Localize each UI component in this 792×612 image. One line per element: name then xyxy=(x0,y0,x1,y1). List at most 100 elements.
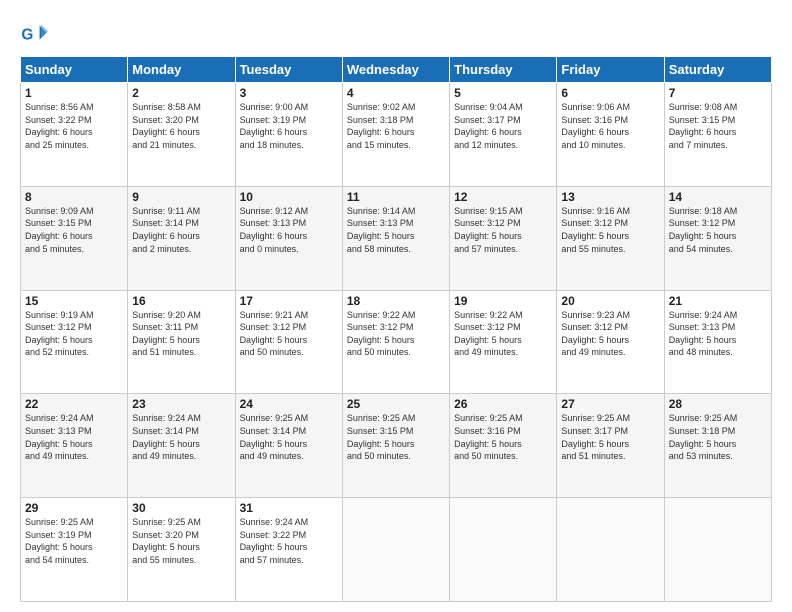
day-number: 7 xyxy=(669,86,767,100)
calendar-day-cell: 14Sunrise: 9:18 AM Sunset: 3:12 PM Dayli… xyxy=(664,186,771,290)
day-info: Sunrise: 9:15 AM Sunset: 3:12 PM Dayligh… xyxy=(454,205,552,255)
day-number: 28 xyxy=(669,397,767,411)
day-number: 17 xyxy=(240,294,338,308)
day-number: 12 xyxy=(454,190,552,204)
day-info: Sunrise: 9:11 AM Sunset: 3:14 PM Dayligh… xyxy=(132,205,230,255)
day-number: 11 xyxy=(347,190,445,204)
calendar-day-cell: 17Sunrise: 9:21 AM Sunset: 3:12 PM Dayli… xyxy=(235,290,342,394)
calendar-day-cell: 26Sunrise: 9:25 AM Sunset: 3:16 PM Dayli… xyxy=(450,394,557,498)
calendar-page: G SundayMondayTuesdayWednesdayThursdayFr… xyxy=(0,0,792,612)
day-info: Sunrise: 9:00 AM Sunset: 3:19 PM Dayligh… xyxy=(240,101,338,151)
weekday-header: Tuesday xyxy=(235,57,342,83)
day-info: Sunrise: 9:25 AM Sunset: 3:17 PM Dayligh… xyxy=(561,412,659,462)
day-info: Sunrise: 9:24 AM Sunset: 3:14 PM Dayligh… xyxy=(132,412,230,462)
day-info: Sunrise: 9:25 AM Sunset: 3:19 PM Dayligh… xyxy=(25,516,123,566)
calendar-day-cell: 13Sunrise: 9:16 AM Sunset: 3:12 PM Dayli… xyxy=(557,186,664,290)
day-info: Sunrise: 9:09 AM Sunset: 3:15 PM Dayligh… xyxy=(25,205,123,255)
weekday-header: Sunday xyxy=(21,57,128,83)
day-info: Sunrise: 9:23 AM Sunset: 3:12 PM Dayligh… xyxy=(561,309,659,359)
day-info: Sunrise: 9:24 AM Sunset: 3:13 PM Dayligh… xyxy=(25,412,123,462)
calendar-day-cell: 1Sunrise: 8:56 AM Sunset: 3:22 PM Daylig… xyxy=(21,83,128,187)
day-info: Sunrise: 9:19 AM Sunset: 3:12 PM Dayligh… xyxy=(25,309,123,359)
day-info: Sunrise: 9:21 AM Sunset: 3:12 PM Dayligh… xyxy=(240,309,338,359)
logo: G xyxy=(20,20,52,48)
calendar-week-row: 22Sunrise: 9:24 AM Sunset: 3:13 PM Dayli… xyxy=(21,394,772,498)
weekday-header: Thursday xyxy=(450,57,557,83)
day-info: Sunrise: 9:25 AM Sunset: 3:16 PM Dayligh… xyxy=(454,412,552,462)
day-number: 20 xyxy=(561,294,659,308)
calendar-day-cell: 18Sunrise: 9:22 AM Sunset: 3:12 PM Dayli… xyxy=(342,290,449,394)
calendar-day-cell: 29Sunrise: 9:25 AM Sunset: 3:19 PM Dayli… xyxy=(21,498,128,602)
day-number: 1 xyxy=(25,86,123,100)
day-info: Sunrise: 9:14 AM Sunset: 3:13 PM Dayligh… xyxy=(347,205,445,255)
calendar-day-cell: 19Sunrise: 9:22 AM Sunset: 3:12 PM Dayli… xyxy=(450,290,557,394)
day-number: 18 xyxy=(347,294,445,308)
day-number: 8 xyxy=(25,190,123,204)
weekday-header: Saturday xyxy=(664,57,771,83)
calendar-day-cell: 24Sunrise: 9:25 AM Sunset: 3:14 PM Dayli… xyxy=(235,394,342,498)
calendar-day-cell: 11Sunrise: 9:14 AM Sunset: 3:13 PM Dayli… xyxy=(342,186,449,290)
day-number: 14 xyxy=(669,190,767,204)
calendar-day-cell: 21Sunrise: 9:24 AM Sunset: 3:13 PM Dayli… xyxy=(664,290,771,394)
day-number: 23 xyxy=(132,397,230,411)
day-number: 31 xyxy=(240,501,338,515)
day-info: Sunrise: 9:25 AM Sunset: 3:14 PM Dayligh… xyxy=(240,412,338,462)
calendar-week-row: 1Sunrise: 8:56 AM Sunset: 3:22 PM Daylig… xyxy=(21,83,772,187)
calendar-day-cell: 22Sunrise: 9:24 AM Sunset: 3:13 PM Dayli… xyxy=(21,394,128,498)
calendar-day-cell xyxy=(450,498,557,602)
calendar-day-cell: 25Sunrise: 9:25 AM Sunset: 3:15 PM Dayli… xyxy=(342,394,449,498)
weekday-header: Wednesday xyxy=(342,57,449,83)
calendar-day-cell xyxy=(557,498,664,602)
day-number: 10 xyxy=(240,190,338,204)
day-number: 3 xyxy=(240,86,338,100)
header: G xyxy=(20,16,772,48)
day-number: 5 xyxy=(454,86,552,100)
calendar-day-cell: 27Sunrise: 9:25 AM Sunset: 3:17 PM Dayli… xyxy=(557,394,664,498)
calendar-day-cell: 2Sunrise: 8:58 AM Sunset: 3:20 PM Daylig… xyxy=(128,83,235,187)
calendar-day-cell: 5Sunrise: 9:04 AM Sunset: 3:17 PM Daylig… xyxy=(450,83,557,187)
day-info: Sunrise: 9:22 AM Sunset: 3:12 PM Dayligh… xyxy=(454,309,552,359)
day-number: 2 xyxy=(132,86,230,100)
day-info: Sunrise: 9:04 AM Sunset: 3:17 PM Dayligh… xyxy=(454,101,552,151)
weekday-header: Monday xyxy=(128,57,235,83)
day-number: 15 xyxy=(25,294,123,308)
calendar-day-cell: 3Sunrise: 9:00 AM Sunset: 3:19 PM Daylig… xyxy=(235,83,342,187)
day-number: 30 xyxy=(132,501,230,515)
calendar-week-row: 29Sunrise: 9:25 AM Sunset: 3:19 PM Dayli… xyxy=(21,498,772,602)
day-info: Sunrise: 9:18 AM Sunset: 3:12 PM Dayligh… xyxy=(669,205,767,255)
day-info: Sunrise: 9:12 AM Sunset: 3:13 PM Dayligh… xyxy=(240,205,338,255)
calendar-day-cell xyxy=(342,498,449,602)
calendar-day-cell: 6Sunrise: 9:06 AM Sunset: 3:16 PM Daylig… xyxy=(557,83,664,187)
calendar-day-cell: 4Sunrise: 9:02 AM Sunset: 3:18 PM Daylig… xyxy=(342,83,449,187)
day-number: 19 xyxy=(454,294,552,308)
day-number: 16 xyxy=(132,294,230,308)
day-number: 29 xyxy=(25,501,123,515)
calendar-day-cell: 16Sunrise: 9:20 AM Sunset: 3:11 PM Dayli… xyxy=(128,290,235,394)
day-number: 24 xyxy=(240,397,338,411)
day-info: Sunrise: 9:25 AM Sunset: 3:18 PM Dayligh… xyxy=(669,412,767,462)
calendar-day-cell xyxy=(664,498,771,602)
calendar-day-cell: 7Sunrise: 9:08 AM Sunset: 3:15 PM Daylig… xyxy=(664,83,771,187)
svg-text:G: G xyxy=(21,27,33,44)
weekday-header: Friday xyxy=(557,57,664,83)
calendar-table: SundayMondayTuesdayWednesdayThursdayFrid… xyxy=(20,56,772,602)
day-number: 26 xyxy=(454,397,552,411)
day-number: 21 xyxy=(669,294,767,308)
calendar-week-row: 8Sunrise: 9:09 AM Sunset: 3:15 PM Daylig… xyxy=(21,186,772,290)
day-info: Sunrise: 9:06 AM Sunset: 3:16 PM Dayligh… xyxy=(561,101,659,151)
day-info: Sunrise: 9:24 AM Sunset: 3:22 PM Dayligh… xyxy=(240,516,338,566)
calendar-day-cell: 9Sunrise: 9:11 AM Sunset: 3:14 PM Daylig… xyxy=(128,186,235,290)
day-number: 13 xyxy=(561,190,659,204)
day-info: Sunrise: 9:25 AM Sunset: 3:20 PM Dayligh… xyxy=(132,516,230,566)
calendar-day-cell: 31Sunrise: 9:24 AM Sunset: 3:22 PM Dayli… xyxy=(235,498,342,602)
day-info: Sunrise: 9:08 AM Sunset: 3:15 PM Dayligh… xyxy=(669,101,767,151)
day-number: 6 xyxy=(561,86,659,100)
day-info: Sunrise: 9:22 AM Sunset: 3:12 PM Dayligh… xyxy=(347,309,445,359)
calendar-header-row: SundayMondayTuesdayWednesdayThursdayFrid… xyxy=(21,57,772,83)
calendar-day-cell: 10Sunrise: 9:12 AM Sunset: 3:13 PM Dayli… xyxy=(235,186,342,290)
calendar-day-cell: 12Sunrise: 9:15 AM Sunset: 3:12 PM Dayli… xyxy=(450,186,557,290)
calendar-week-row: 15Sunrise: 9:19 AM Sunset: 3:12 PM Dayli… xyxy=(21,290,772,394)
calendar-day-cell: 15Sunrise: 9:19 AM Sunset: 3:12 PM Dayli… xyxy=(21,290,128,394)
day-number: 27 xyxy=(561,397,659,411)
day-number: 9 xyxy=(132,190,230,204)
